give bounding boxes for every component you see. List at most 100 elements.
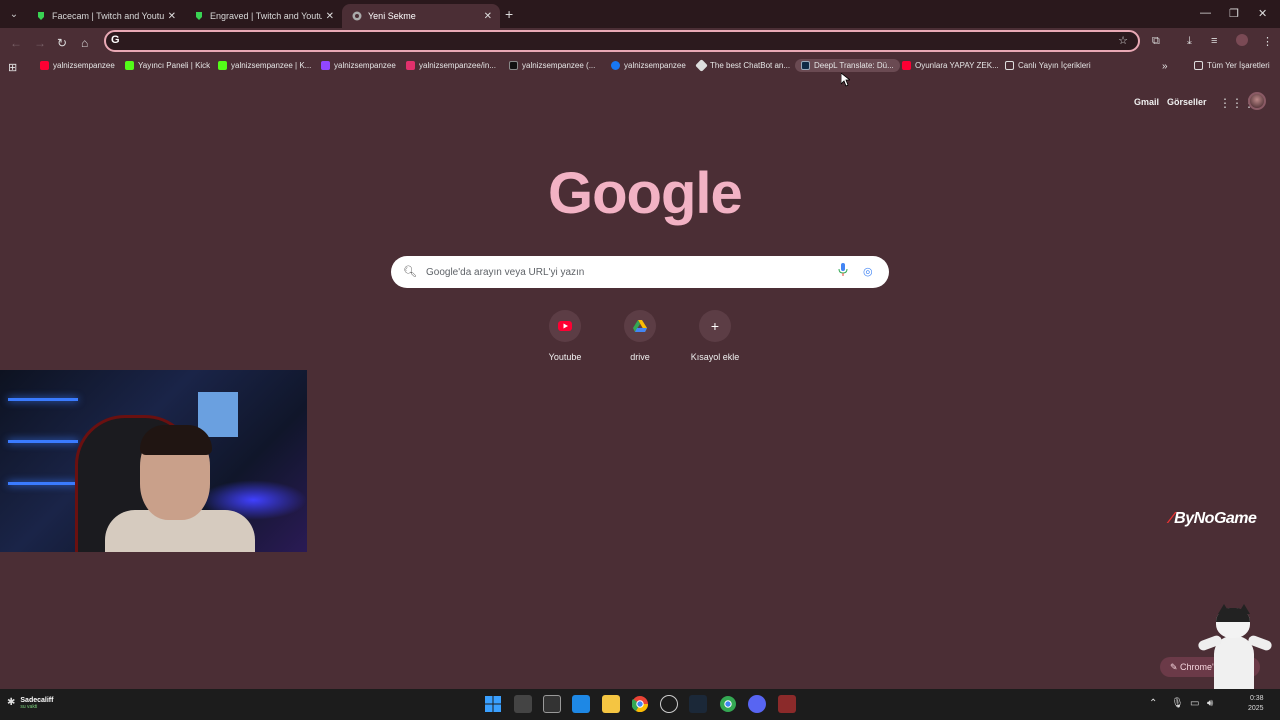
folder-icon[interactable] (602, 695, 620, 713)
google-drive-icon (624, 310, 656, 342)
task-view-icon[interactable] (514, 695, 532, 713)
address-bar[interactable]: G ☆ (104, 30, 1140, 52)
gmail-link[interactable]: Gmail (1134, 97, 1159, 107)
winrar-icon[interactable] (778, 695, 796, 713)
search-icon: 🔍︎ (403, 266, 417, 278)
tab-title: Yeni Sekme (368, 11, 416, 21)
kick-icon (218, 61, 227, 70)
close-icon[interactable]: ✕ (484, 11, 492, 22)
network-icon[interactable]: ▭ (1190, 698, 1199, 709)
shortcut-label: drive (630, 352, 650, 362)
minimize-icon[interactable]: — (1200, 7, 1211, 19)
restore-icon[interactable]: ❐ (1229, 7, 1239, 20)
bookmark-label: yalnizsempanzee (53, 61, 115, 70)
tab-title: Facecam | Twitch and Youtube (52, 11, 164, 21)
chrome-profile-icon[interactable] (719, 695, 737, 713)
close-icon[interactable]: ✕ (168, 11, 176, 22)
bookmark-folder[interactable]: Canlı Yayın İçerikleri (1005, 61, 1091, 70)
apps-grid-icon[interactable]: ⊞ (8, 61, 17, 74)
images-link[interactable]: Görseller (1167, 97, 1207, 107)
folder-icon (1194, 61, 1203, 70)
bookmark-label: Canlı Yayın İçerikleri (1018, 61, 1091, 70)
close-window-icon[interactable]: ✕ (1258, 7, 1267, 20)
more-bookmarks-icon[interactable]: » (1162, 61, 1168, 72)
bookmark-item[interactable]: yalnizsempanzee (40, 61, 115, 70)
bookmark-label: yalnizsempanzee (334, 61, 396, 70)
bookmark-label: yalnizsempanzee (... (522, 61, 596, 70)
bookmark-item[interactable]: yalnizsempanzee/in... (406, 61, 496, 70)
bookmark-item[interactable]: Yayıncı Paneli | Kick (125, 61, 210, 70)
shelf-light (8, 440, 78, 443)
shelf-light (8, 482, 78, 485)
tab-favicon-icon (38, 12, 44, 20)
steam-icon[interactable] (689, 695, 707, 713)
tab-engraved[interactable]: Engraved | Twitch and Youtube ✕ (184, 4, 342, 28)
menu-icon[interactable]: ⋮ (1262, 35, 1273, 48)
chrome-icon (352, 11, 362, 21)
tab-new-tab[interactable]: Yeni Sekme ✕ (342, 4, 500, 28)
mouse-cursor-icon (841, 73, 850, 87)
home-icon[interactable]: ⌂ (81, 36, 88, 50)
bookmark-label: Oyunlara YAPAY ZEK... (915, 61, 999, 70)
widget-subtitle: su vakti (20, 704, 38, 710)
discord-icon[interactable] (748, 695, 766, 713)
new-tab-button[interactable]: + (505, 6, 513, 22)
download-icon[interactable]: ⤓ (1187, 35, 1192, 48)
google-logo: Google (548, 161, 743, 226)
cat-ear (1218, 604, 1230, 614)
profile-avatar[interactable] (1236, 34, 1248, 46)
pencil-icon: ✎ (1170, 662, 1181, 672)
weather-widget[interactable]: ✱ Sadecaliff su vakti (7, 697, 53, 710)
tiktok-icon (509, 61, 518, 70)
chatbot-icon (695, 59, 708, 72)
tab-facecam[interactable]: Facecam | Twitch and Youtube ✕ (26, 4, 184, 28)
search-box[interactable]: 🔍︎ Google'da arayın veya URL'yi yazın ◎ (391, 256, 889, 288)
shortcut-drive[interactable]: drive (610, 310, 670, 362)
reload-icon[interactable]: ↻ (57, 36, 67, 50)
all-bookmarks-folder[interactable]: Tüm Yer İşaretleri (1194, 61, 1270, 70)
file-manager-icon[interactable] (543, 695, 561, 713)
youtube-icon (902, 61, 911, 70)
photos-icon[interactable] (572, 695, 590, 713)
widget-title: Sadecaliff (20, 697, 54, 704)
streamer-hair (140, 425, 212, 455)
bookmark-item[interactable]: yalnizsempanzee (321, 61, 396, 70)
bookmark-item[interactable]: The best ChatBot an... (695, 59, 790, 72)
folder-icon (1005, 61, 1014, 70)
bookmark-item[interactable]: Oyunlara YAPAY ZEK... (902, 61, 999, 70)
media-control-icon[interactable]: ≡ (1211, 35, 1217, 47)
bookmark-item[interactable]: yalnizsempanzee (611, 61, 686, 70)
microphone-tray-icon[interactable]: 🎙︎ (1171, 698, 1184, 709)
bookmark-label: Yayıncı Paneli | Kick (138, 61, 211, 70)
tab-search-icon[interactable]: ⌄ (6, 6, 22, 22)
bookmark-item[interactable]: yalnizsempanzee (... (509, 61, 595, 70)
google-g-icon: G (111, 34, 120, 46)
plus-icon: + (699, 310, 731, 342)
tab-favicon-icon (196, 12, 202, 20)
twitch-icon (321, 61, 330, 70)
microphone-icon[interactable] (838, 263, 848, 277)
system-clock[interactable]: 0:38 2025 (1248, 694, 1264, 714)
shortcut-youtube[interactable]: Youtube (535, 310, 595, 362)
back-icon[interactable]: ← (10, 36, 22, 50)
volume-icon[interactable]: 🔊︎ (1207, 698, 1213, 709)
account-avatar[interactable] (1248, 92, 1266, 110)
bookmark-item[interactable]: yalnizsempanzee | K... (218, 61, 311, 70)
forward-icon[interactable]: → (34, 36, 46, 50)
tab-title: Engraved | Twitch and Youtube (210, 11, 322, 21)
brand-text: ByNoGame (1174, 510, 1257, 527)
bookmark-star-icon[interactable]: ☆ (1118, 34, 1128, 47)
extensions-icon[interactable]: ⧉ (1152, 35, 1160, 48)
google-lens-icon[interactable]: ◎ (863, 265, 873, 278)
kick-icon (125, 61, 134, 70)
tray-overflow-icon[interactable]: ⌃ (1149, 698, 1157, 709)
bookmark-label: DeepL Translate: Dü... (814, 61, 894, 70)
windows-start-icon[interactable] (484, 695, 502, 713)
deepl-icon (801, 61, 810, 70)
obs-icon[interactable] (660, 695, 678, 713)
bookmark-item[interactable]: DeepL Translate: Dü... (795, 59, 900, 72)
close-icon[interactable]: ✕ (326, 11, 334, 22)
chrome-icon[interactable] (631, 695, 649, 713)
search-input[interactable]: Google'da arayın veya URL'yi yazın (426, 267, 584, 278)
add-shortcut-button[interactable]: + Kısayol ekle (685, 310, 745, 362)
